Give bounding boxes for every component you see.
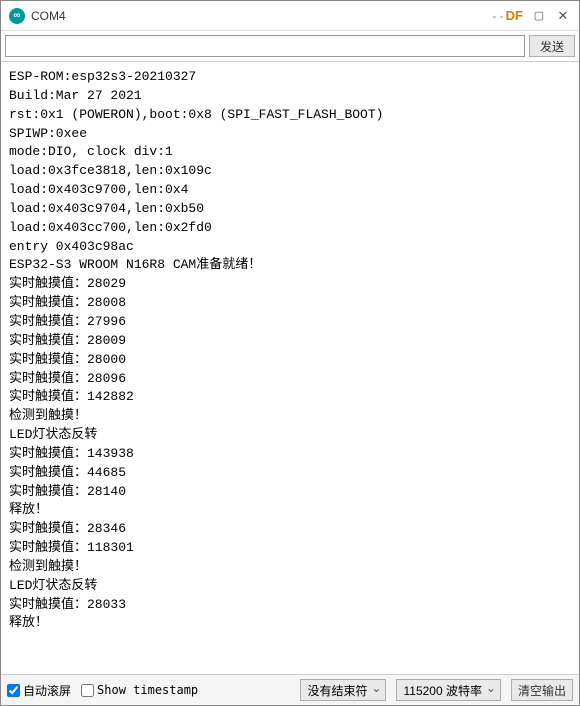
send-row: 发送 — [1, 31, 579, 62]
arduino-icon: ∞ — [9, 8, 25, 24]
timestamp-checkbox[interactable]: Show timestamp — [81, 683, 198, 697]
send-button[interactable]: 发送 — [529, 35, 575, 57]
minimize-icon[interactable]: ▢ — [527, 5, 551, 27]
window-title: COM4 — [31, 9, 66, 23]
autoscroll-label: 自动滚屏 — [23, 682, 71, 699]
baud-select[interactable]: 115200 波特率 — [396, 679, 501, 701]
line-ending-select[interactable]: 没有结束符 — [300, 679, 386, 701]
brand-label: DF — [506, 8, 523, 23]
autoscroll-checkbox[interactable]: 自动滚屏 — [7, 682, 71, 699]
autoscroll-input[interactable] — [7, 684, 20, 697]
line-ending-value: 没有结束符 — [307, 682, 367, 699]
serial-console[interactable]: ESP-ROM:esp32s3-20210327 Build:Mar 27 20… — [1, 62, 579, 675]
baud-value: 115200 波特率 — [403, 682, 482, 699]
timestamp-input[interactable] — [81, 684, 94, 697]
timestamp-label: Show timestamp — [97, 683, 198, 697]
clear-output-button[interactable]: 清空输出 — [511, 679, 573, 701]
dash-decor: - - — [492, 9, 503, 23]
close-icon[interactable]: ✕ — [551, 5, 575, 27]
title-bar: ∞ COM4 - - DF ▢ ✕ — [1, 1, 579, 31]
bottom-bar: 自动滚屏 Show timestamp 没有结束符 115200 波特率 清空输… — [1, 675, 579, 705]
send-input[interactable] — [5, 35, 525, 57]
